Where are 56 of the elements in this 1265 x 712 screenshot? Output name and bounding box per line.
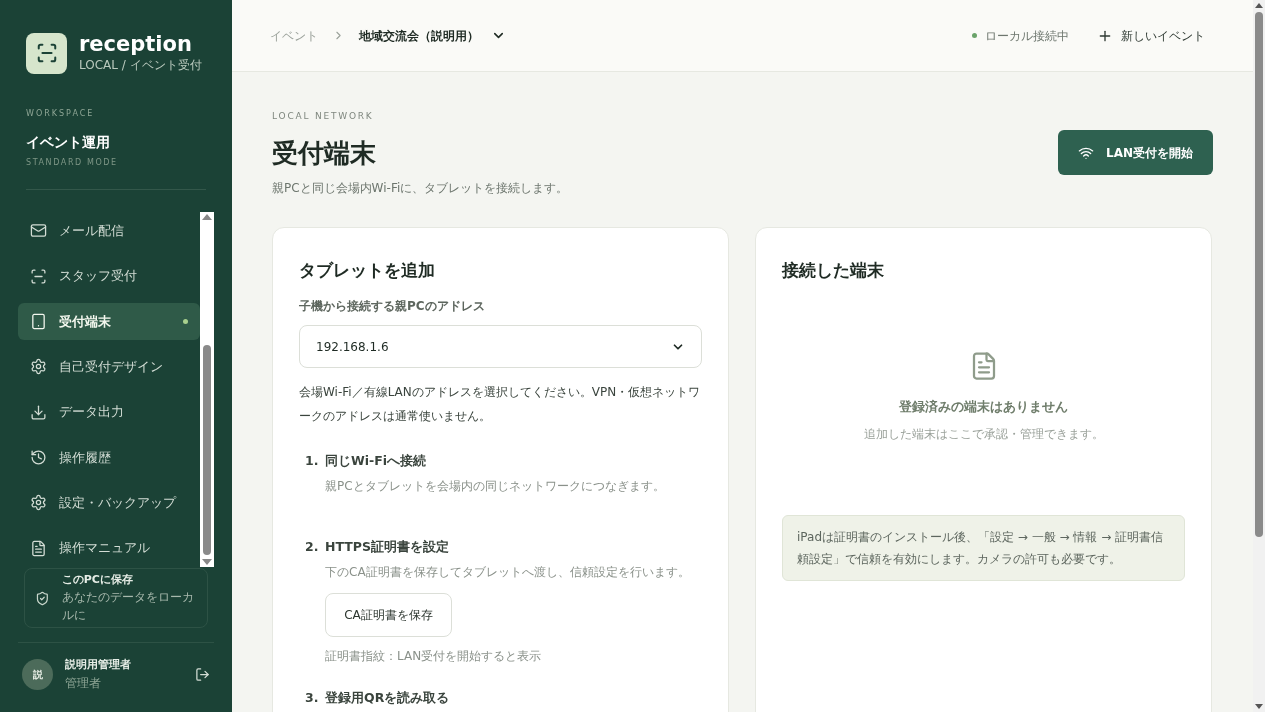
sidebar-item[interactable]: スタッフ受付 [18, 257, 200, 296]
page-eyebrow: LOCAL NETWORK [272, 110, 375, 123]
user-role: 管理者 [65, 674, 102, 692]
logout-button[interactable] [195, 666, 210, 682]
document-icon [30, 539, 47, 557]
storage-title: このPCに保存 [61, 571, 134, 588]
certificate-fingerprint: 証明書指紋：LAN受付を開始すると表示 [325, 647, 543, 665]
user-name: 説明用管理者 [65, 657, 132, 673]
sidebar-item[interactable]: 設定・バックアップ [18, 483, 200, 522]
sidebar-item[interactable]: 受付端末 [18, 302, 200, 341]
history-icon [30, 449, 47, 466]
workspace-label: WORKSPACE [26, 108, 96, 120]
ipad-notice: iPadは証明書のインストール後、「設定 → 一般 → 情報 → 証明書信頼設定」で信頼を有効にします。カメラの許可も必要です。 [782, 514, 1185, 581]
step-title: 登録用QRを読み取る [325, 688, 450, 707]
step-text: 親PCとタブレットを会場内の同じネットワークにつなぎます。 [325, 477, 665, 495]
save-certificate-button[interactable]: CA証明書を保存 [325, 592, 452, 637]
settings-icon [30, 358, 47, 376]
field-label: 子機から接続する親PCのアドレス [299, 298, 486, 315]
step-number: 1. [305, 452, 317, 470]
scrollbar[interactable] [200, 212, 214, 567]
address-select[interactable]: 192.168.1.6 [299, 325, 702, 368]
card-title: 接続した端末 [782, 258, 885, 282]
connection-status: ローカル接続中 [985, 27, 1069, 45]
empty-title: 登録済みの端末はありません [899, 398, 1068, 416]
new-event-button[interactable]: 新しいイベント [1097, 26, 1205, 45]
brand-name: reception [79, 32, 193, 56]
page-title: 受付端末 [272, 136, 377, 170]
scan-icon [30, 267, 47, 285]
sidebar-item[interactable]: 自己受付デザイン [18, 348, 200, 386]
step-number: 2. [305, 538, 317, 556]
sidebar-item[interactable]: 操作履歴 [18, 438, 200, 477]
download-icon [30, 403, 47, 421]
event-selector[interactable]: 地域交流会（説明用） [359, 26, 506, 45]
logo-icon [26, 32, 67, 74]
workspace-mode: STANDARD MODE [26, 157, 119, 169]
scrollbar[interactable] [1253, 0, 1265, 712]
step-title: 同じWi-Fiへ接続 [325, 452, 428, 470]
step-title: HTTPS証明書を設定 [325, 538, 450, 556]
address-note: 会場Wi-Fi／有線LANのアドレスを選択してください。VPN・仮想ネットワークのアドレスは通常使いません。 [299, 384, 702, 425]
start-lan-button[interactable]: LAN受付を開始 [1058, 130, 1213, 175]
storage-subtitle: あなたのデータをローカルに [61, 589, 195, 625]
workspace-name: イベント運用 [26, 133, 111, 152]
step-number: 3. [305, 688, 317, 707]
user-avatar: 説 [22, 658, 53, 690]
sidebar-item[interactable]: データ出力 [18, 393, 200, 432]
sidebar-item[interactable]: 操作マニュアル [18, 529, 200, 567]
card-title: タブレットを追加 [299, 258, 436, 282]
empty-text: 追加した端末はここで承認・管理できます。 [863, 425, 1104, 443]
page-description: 親PCと同じ会場内Wi-Fiに、タブレットを接続します。 [272, 179, 570, 197]
step-text: 下のCA証明書を保存してタブレットへ渡し、信頼設定を行います。 [325, 563, 690, 581]
shield-icon [35, 589, 50, 607]
brand-subtitle: LOCAL / イベント受付 [79, 57, 202, 74]
sidebar-item[interactable]: メール配信 [18, 212, 200, 250]
mail-icon [30, 222, 47, 240]
settings-icon [30, 494, 47, 512]
tablet-icon [30, 313, 47, 330]
